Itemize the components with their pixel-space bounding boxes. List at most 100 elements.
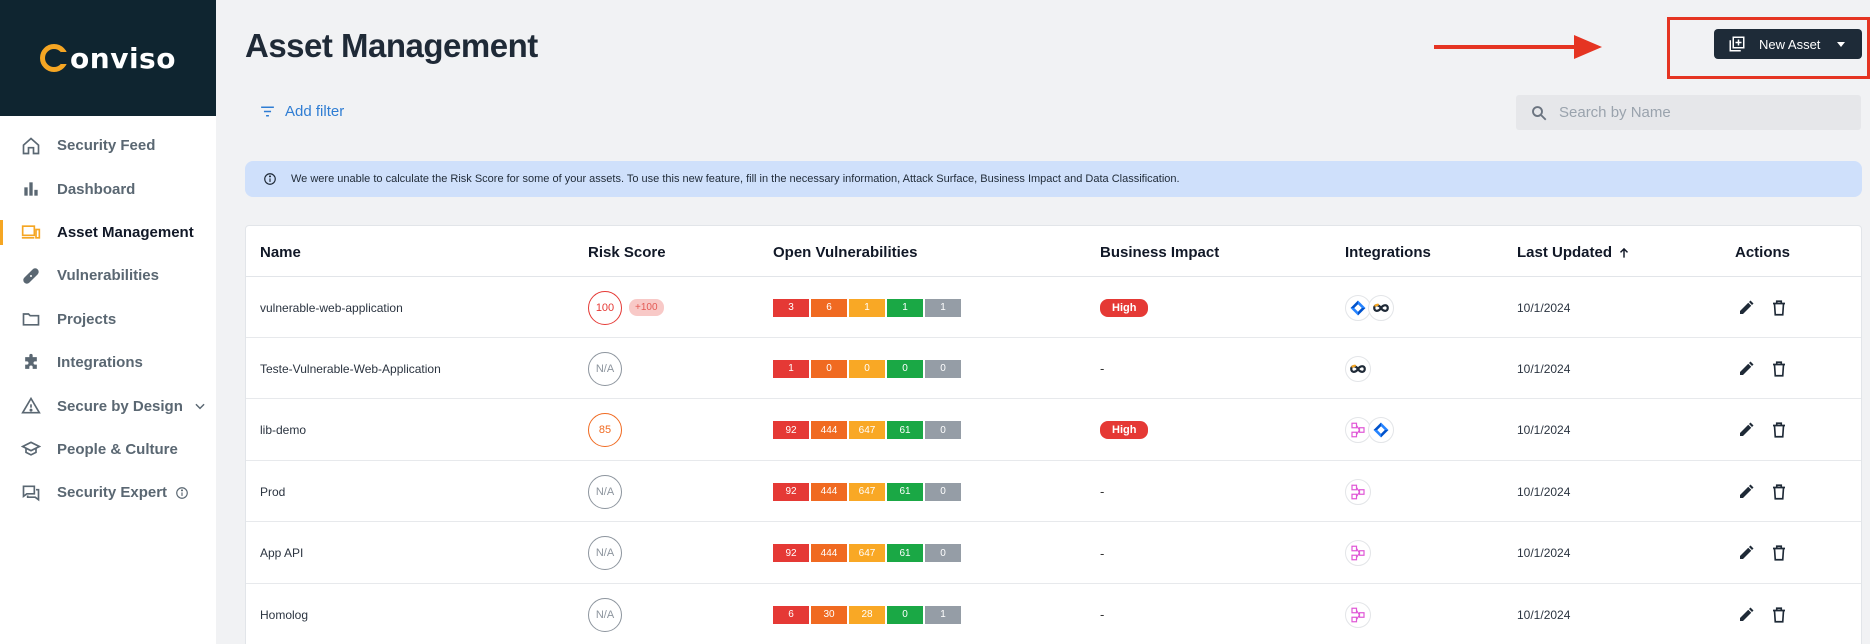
edit-pencil-icon[interactable]	[1737, 544, 1755, 562]
vuln-count-info[interactable]: 1	[925, 605, 961, 624]
sidebar-item-security-feed[interactable]: Security Feed	[0, 124, 216, 167]
vuln-count-info[interactable]: 0	[925, 482, 961, 501]
delete-trash-icon[interactable]	[1770, 606, 1788, 624]
table-row[interactable]: Teste-Vulnerable-Web-Application N/A 100…	[246, 338, 1861, 400]
business-impact-cell: High	[1100, 400, 1149, 461]
table-row[interactable]: lib-demo 85 92 444 647 61 0 High 10/1/2024	[246, 400, 1861, 461]
vuln-count-high[interactable]: 444	[811, 544, 847, 563]
vuln-count-critical[interactable]: 1	[773, 359, 809, 378]
column-header-integrations[interactable]: Integrations	[1345, 244, 1431, 261]
vuln-count-high[interactable]: 30	[811, 605, 847, 624]
sidebar-item-integrations[interactable]: Integrations	[0, 341, 216, 384]
asset-name[interactable]: App API	[260, 546, 303, 560]
vuln-count-medium[interactable]: 28	[849, 605, 885, 624]
vuln-count-info[interactable]: 0	[925, 544, 961, 563]
table-row[interactable]: App API N/A 92 444 647 61 0 - 10/1/2024	[246, 523, 1861, 584]
search-input[interactable]	[1559, 104, 1849, 121]
vuln-count-medium[interactable]: 647	[849, 482, 885, 501]
vuln-count-low[interactable]: 61	[887, 544, 923, 563]
delete-trash-icon[interactable]	[1770, 299, 1788, 317]
vuln-count-medium[interactable]: 647	[849, 544, 885, 563]
asset-name[interactable]: vulnerable-web-application	[260, 301, 403, 315]
sidebar-item-secure-by-design[interactable]: Secure by Design	[0, 384, 216, 427]
column-header-label: Actions	[1735, 244, 1791, 261]
column-header-actions: Actions	[1735, 244, 1790, 261]
delete-trash-icon[interactable]	[1770, 360, 1788, 378]
vuln-count-critical[interactable]: 6	[773, 605, 809, 624]
table-row[interactable]: vulnerable-web-application 100 +100 36111…	[246, 277, 1861, 338]
sidebar-item-people-culture[interactable]: People & Culture	[0, 428, 216, 471]
vuln-count-critical[interactable]: 92	[773, 544, 809, 563]
vuln-count-medium[interactable]: 1	[849, 298, 885, 317]
vuln-count-low[interactable]: 61	[887, 421, 923, 440]
vuln-count-low[interactable]: 1	[887, 298, 923, 317]
logo-area[interactable]: onviso	[0, 0, 216, 116]
vuln-count-medium[interactable]: 0	[849, 359, 885, 378]
vuln-count-info[interactable]: 0	[925, 421, 961, 440]
edit-pencil-icon[interactable]	[1737, 360, 1755, 378]
sidebar-item-projects[interactable]: Projects	[0, 298, 216, 341]
asset-name[interactable]: lib-demo	[260, 423, 306, 437]
vuln-count-info[interactable]: 0	[925, 359, 961, 378]
sidebar-item-security-expert[interactable]: Security Expert	[0, 471, 216, 514]
column-header-last-updated[interactable]: Last Updated	[1517, 244, 1631, 261]
vuln-count-critical[interactable]: 3	[773, 298, 809, 317]
vuln-count-info[interactable]: 1	[925, 298, 961, 317]
column-header-business-impact[interactable]: Business Impact	[1100, 244, 1219, 261]
chevron-down-icon[interactable]	[193, 399, 207, 413]
add-filter-button[interactable]: Add filter	[259, 103, 344, 120]
asset-name[interactable]: Teste-Vulnerable-Web-Application	[260, 362, 441, 376]
search-box[interactable]	[1516, 95, 1861, 130]
vuln-count-low[interactable]: 61	[887, 482, 923, 501]
vuln-count-low[interactable]: 0	[887, 359, 923, 378]
sort-arrow-up-icon	[1620, 247, 1629, 258]
integration-icons	[1345, 478, 1371, 505]
vuln-count-high[interactable]: 0	[811, 359, 847, 378]
vuln-count-medium[interactable]: 647	[849, 421, 885, 440]
folder-icon	[20, 309, 42, 329]
sidebar-item-label: Projects	[57, 310, 117, 328]
vuln-count-critical[interactable]: 92	[773, 421, 809, 440]
vulnerability-counts: 92 444 647 61 0	[773, 482, 961, 501]
delete-trash-icon[interactable]	[1770, 421, 1788, 439]
table-row[interactable]: Prod N/A 92 444 647 61 0 - 10/1/2024	[246, 461, 1861, 523]
edit-pencil-icon[interactable]	[1737, 421, 1755, 439]
delete-trash-icon[interactable]	[1770, 544, 1788, 562]
puzzle-icon	[20, 353, 42, 373]
sidebar-item-asset-management[interactable]: Asset Management	[0, 211, 216, 254]
add-box-icon	[1729, 36, 1745, 52]
risk-score-cell: 100 +100	[588, 277, 664, 338]
business-impact-cell: -	[1100, 461, 1104, 522]
info-icon[interactable]	[175, 486, 189, 500]
asset-name[interactable]: Homolog	[260, 608, 308, 622]
table-row[interactable]: Homolog N/A 6 30 28 0 1 - 10/1/2024	[246, 584, 1861, 644]
vuln-count-low[interactable]: 0	[887, 605, 923, 624]
vuln-count-high[interactable]: 444	[811, 421, 847, 440]
vuln-count-high[interactable]: 6	[811, 298, 847, 317]
integrations-cell	[1345, 584, 1371, 644]
banner-text: We were unable to calculate the Risk Sco…	[291, 173, 1180, 185]
home-icon	[20, 136, 42, 156]
new-asset-label: New Asset	[1759, 36, 1821, 52]
asset-name[interactable]: Prod	[260, 485, 285, 499]
edit-pencil-icon[interactable]	[1737, 299, 1755, 317]
column-header-risk-score[interactable]: Risk Score	[588, 244, 666, 261]
asset-name-cell: Prod	[260, 461, 285, 522]
last-updated-date: 10/1/2024	[1517, 423, 1571, 438]
column-header-name[interactable]: Name	[260, 244, 301, 261]
vulnerability-counts: 10000	[773, 359, 961, 378]
risk-score-cell: N/A	[588, 461, 622, 522]
vuln-count-high[interactable]: 444	[811, 482, 847, 501]
column-header-open-vulnerabilities[interactable]: Open Vulnerabilities	[773, 244, 917, 261]
sidebar-item-vulnerabilities[interactable]: Vulnerabilities	[0, 254, 216, 297]
edit-pencil-icon[interactable]	[1737, 606, 1755, 624]
new-asset-button[interactable]: New Asset	[1714, 29, 1862, 59]
sidebar-item-dashboard[interactable]: Dashboard	[0, 167, 216, 210]
page-title: Asset Management	[245, 27, 538, 64]
edit-pencil-icon[interactable]	[1737, 483, 1755, 501]
delete-trash-icon[interactable]	[1770, 483, 1788, 501]
vuln-count-critical[interactable]: 92	[773, 482, 809, 501]
asset-name-cell: Teste-Vulnerable-Web-Application	[260, 338, 441, 399]
table-header: Name Risk Score Open Vulnerabilities Bus…	[246, 226, 1861, 277]
integrations-cell	[1345, 461, 1371, 522]
